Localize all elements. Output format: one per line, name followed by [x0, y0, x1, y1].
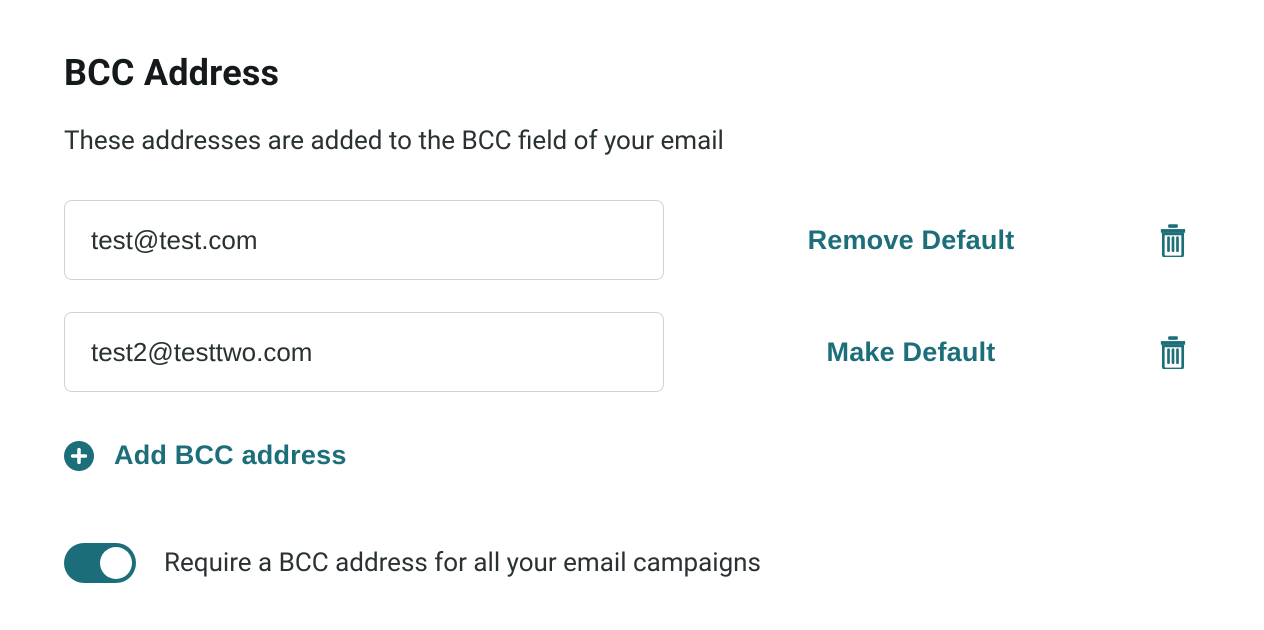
trash-icon	[1158, 223, 1188, 257]
make-default-button[interactable]: Make Default	[827, 337, 996, 368]
bcc-email-input[interactable]	[64, 200, 664, 280]
bcc-row: Make Default	[64, 312, 1200, 392]
toggle-knob	[100, 547, 132, 579]
trash-icon	[1158, 335, 1188, 369]
remove-default-button[interactable]: Remove Default	[808, 225, 1015, 256]
add-bcc-button[interactable]: Add BCC address	[64, 440, 347, 471]
delete-bcc-button[interactable]	[1158, 223, 1188, 257]
require-bcc-label: Require a BCC address for all your email…	[164, 548, 761, 578]
bcc-rows: Remove Default Make Default	[64, 200, 1200, 392]
require-bcc-toggle[interactable]	[64, 543, 136, 583]
section-description: These addresses are added to the BCC fie…	[64, 126, 1200, 156]
section-title: BCC Address	[64, 52, 1200, 94]
add-bcc-label: Add BCC address	[114, 440, 347, 471]
bcc-email-input[interactable]	[64, 312, 664, 392]
delete-bcc-button[interactable]	[1158, 335, 1188, 369]
bcc-row: Remove Default	[64, 200, 1200, 280]
plus-circle-icon	[64, 441, 94, 471]
bcc-settings-panel: BCC Address These addresses are added to…	[0, 0, 1264, 583]
require-bcc-row: Require a BCC address for all your email…	[64, 543, 1200, 583]
